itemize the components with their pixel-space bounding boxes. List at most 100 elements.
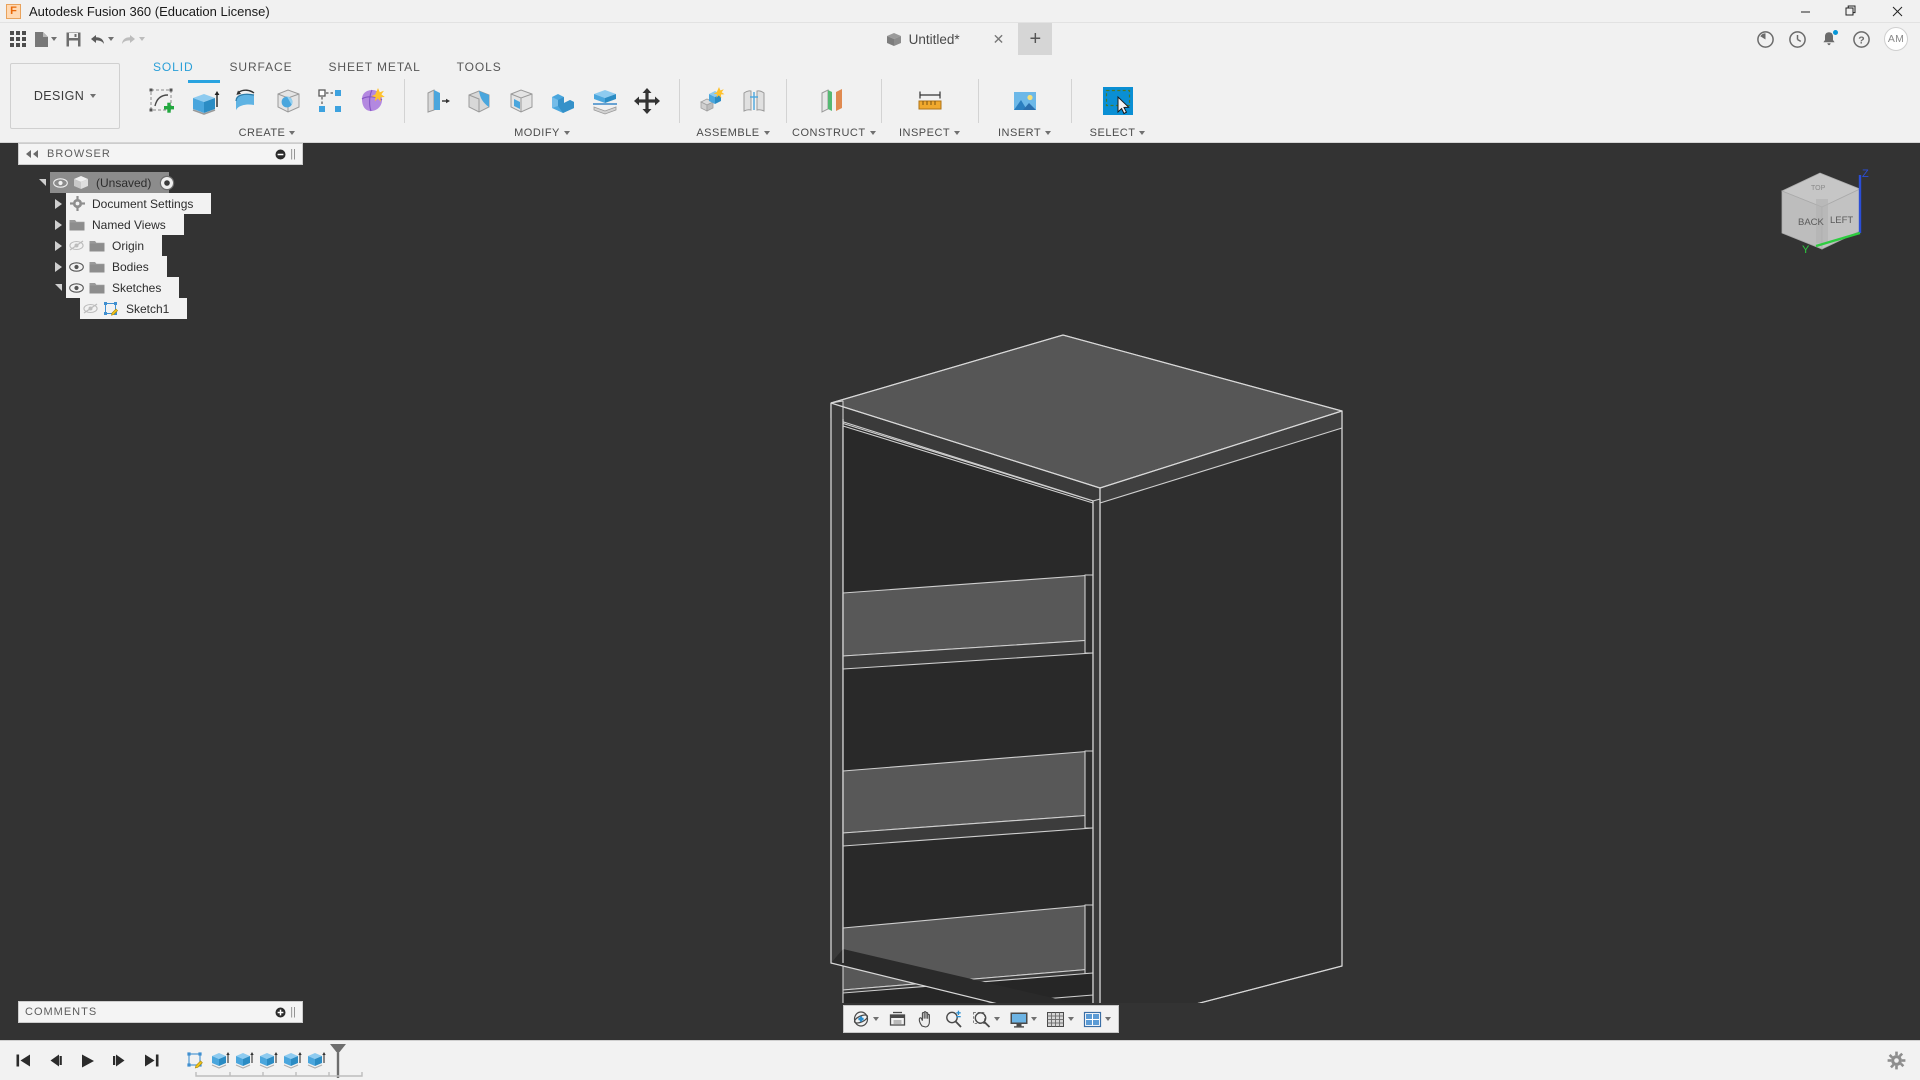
expander-right-icon[interactable] — [50, 214, 66, 235]
new-component-button[interactable] — [691, 79, 733, 123]
tree-item-unsaved-row[interactable]: (Unsaved) — [50, 172, 169, 193]
browser-resize-grip[interactable]: || — [290, 148, 296, 160]
press-pull-button[interactable] — [416, 79, 458, 123]
look-at-button[interactable] — [884, 1007, 911, 1031]
title-bar: F Autodesk Fusion 360 (Education License… — [0, 0, 1920, 23]
joint-button[interactable] — [733, 79, 775, 123]
chevron-down-icon[interactable] — [873, 1017, 879, 1021]
browser-collapse-toggle-icon[interactable] — [275, 149, 286, 160]
orbit-button[interactable] — [847, 1007, 883, 1031]
chevron-down-icon[interactable] — [764, 131, 770, 135]
close-icon[interactable]: ✕ — [993, 31, 1005, 48]
step-back-button[interactable] — [44, 1049, 66, 1073]
job-status-icon[interactable] — [1750, 24, 1780, 54]
tree-item-sketch1-row[interactable]: Sketch1 — [80, 298, 187, 319]
expander-down-icon[interactable] — [50, 277, 66, 298]
expander-down-icon[interactable] — [34, 172, 50, 193]
view-cube[interactable]: BACK LEFT TOP Z Y — [1764, 161, 1882, 261]
collapse-left-icon[interactable] — [25, 149, 39, 159]
chevron-down-icon[interactable] — [289, 131, 295, 135]
visibility-eye-icon[interactable] — [66, 262, 86, 272]
file-button[interactable] — [31, 25, 60, 53]
comments-collapse-toggle-icon[interactable] — [275, 1007, 286, 1018]
expander-right-icon[interactable] — [50, 256, 66, 277]
tab-solid[interactable]: SOLID — [135, 55, 212, 79]
chevron-down-icon[interactable] — [994, 1017, 1000, 1021]
tree-item-named-views[interactable]: Named Views — [18, 214, 308, 235]
fit-button[interactable] — [968, 1007, 1004, 1031]
create-sketch-button[interactable] — [141, 79, 183, 123]
undo-button[interactable] — [86, 25, 117, 53]
create-form-button[interactable] — [351, 79, 393, 123]
expander-right-icon[interactable] — [50, 235, 66, 256]
tree-item-sketch1[interactable]: Sketch1 — [18, 298, 308, 319]
maximize-restore-button[interactable] — [1828, 0, 1874, 23]
play-button[interactable] — [76, 1049, 98, 1073]
gear-icon[interactable] — [1887, 1051, 1906, 1070]
chevron-down-icon[interactable] — [1139, 131, 1145, 135]
chevron-down-icon[interactable] — [1068, 1017, 1074, 1021]
go-to-end-button[interactable] — [140, 1049, 162, 1073]
recent-history-icon[interactable] — [1782, 24, 1812, 54]
chevron-down-icon[interactable] — [1031, 1017, 1037, 1021]
pan-button[interactable] — [912, 1007, 939, 1031]
combine-button[interactable] — [542, 79, 584, 123]
zoom-button[interactable] — [940, 1007, 967, 1031]
tab-surface[interactable]: SURFACE — [212, 55, 311, 79]
folder-icon — [86, 239, 108, 252]
grid-snaps-button[interactable] — [1042, 1007, 1078, 1031]
tree-item-bodies[interactable]: Bodies — [18, 256, 308, 277]
tree-item-origin[interactable]: Origin — [18, 235, 308, 256]
visibility-eye-icon[interactable] — [66, 283, 86, 293]
fillet-button[interactable] — [458, 79, 500, 123]
expander-right-icon[interactable] — [50, 193, 66, 214]
chevron-down-icon[interactable] — [954, 131, 960, 135]
workspace-switcher[interactable]: DESIGN — [10, 63, 120, 129]
minimize-button[interactable] — [1782, 0, 1828, 23]
tree-item-document-settings-row[interactable]: Document Settings — [66, 193, 211, 214]
chevron-down-icon[interactable] — [1045, 131, 1051, 135]
tree-item-sketches-row[interactable]: Sketches — [66, 277, 179, 298]
activate-component-icon[interactable] — [159, 175, 175, 191]
help-icon[interactable]: ? — [1846, 24, 1876, 54]
insert-canvas-button[interactable] — [1004, 79, 1046, 123]
tab-sheet-metal[interactable]: SHEET METAL — [311, 55, 439, 79]
extrude-button[interactable] — [183, 79, 225, 123]
display-settings-button[interactable] — [1005, 1007, 1041, 1031]
sphere-button[interactable] — [267, 79, 309, 123]
select-tool-button[interactable] — [1097, 79, 1139, 123]
tree-item-origin-row[interactable]: Origin — [66, 235, 162, 256]
move-copy-button[interactable] — [626, 79, 668, 123]
go-to-beginning-button[interactable] — [12, 1049, 34, 1073]
app-grid-button[interactable] — [5, 25, 31, 53]
measure-button[interactable] — [909, 79, 951, 123]
notifications-bell-icon[interactable] — [1814, 24, 1844, 54]
visibility-eye-icon[interactable] — [50, 178, 70, 188]
split-face-button[interactable] — [584, 79, 626, 123]
offset-plane-button[interactable] — [810, 79, 852, 123]
tree-item-bodies-row[interactable]: Bodies — [66, 256, 167, 277]
comments-resize-grip[interactable]: || — [290, 1006, 296, 1018]
close-button[interactable] — [1874, 0, 1920, 23]
chevron-down-icon[interactable] — [870, 131, 876, 135]
avatar[interactable]: AM — [1884, 27, 1908, 51]
tree-item-sketches[interactable]: Sketches — [18, 277, 308, 298]
new-tab-button[interactable]: + — [1018, 23, 1052, 55]
chevron-down-icon[interactable] — [1105, 1017, 1111, 1021]
pattern-button[interactable] — [309, 79, 351, 123]
revolve-button[interactable] — [225, 79, 267, 123]
document-tab-untitled[interactable]: Untitled* ✕ — [874, 23, 1019, 55]
chevron-down-icon[interactable] — [564, 131, 570, 135]
tree-item-unsaved[interactable]: (Unsaved) — [18, 172, 308, 193]
save-button[interactable] — [60, 25, 86, 53]
redo-button[interactable] — [117, 25, 148, 53]
tree-item-named-views-row[interactable]: Named Views — [66, 214, 184, 235]
step-forward-button[interactable] — [108, 1049, 130, 1073]
tree-item-document-settings[interactable]: Document Settings — [18, 193, 308, 214]
tab-tools[interactable]: TOOLS — [439, 55, 520, 79]
visibility-eye-off-icon[interactable] — [80, 303, 100, 314]
viewports-button[interactable] — [1079, 1007, 1115, 1031]
shell-button[interactable] — [500, 79, 542, 123]
visibility-eye-off-icon[interactable] — [66, 240, 86, 251]
undo-arrow-icon — [89, 32, 106, 47]
